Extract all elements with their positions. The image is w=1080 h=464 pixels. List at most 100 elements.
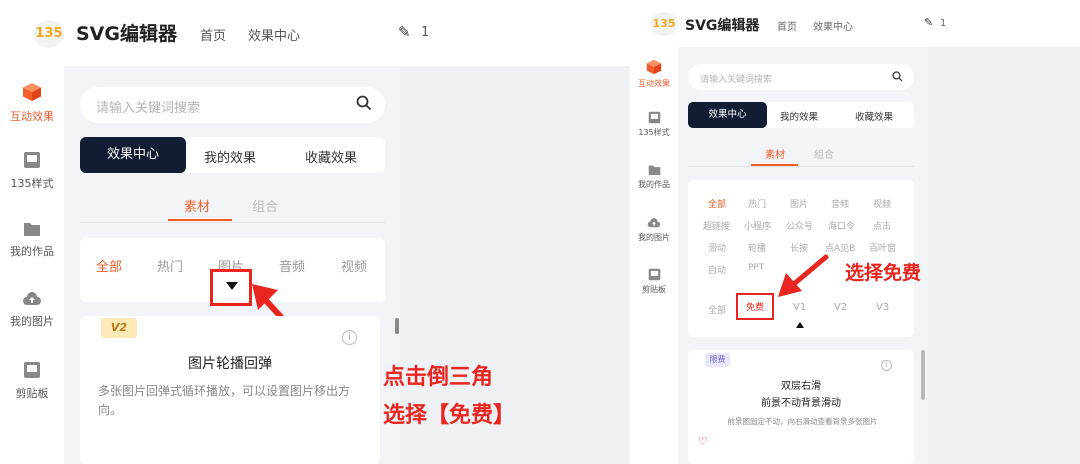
folder-icon [648, 165, 660, 176]
tab-favorite-effects[interactable]: 收藏效果 [855, 109, 893, 123]
sidebar-item-my-works[interactable]: 我的作品 [630, 164, 678, 190]
nav-home-link[interactable]: 首页 [777, 18, 797, 33]
subtab-combination[interactable]: 组合 [252, 196, 278, 215]
sidebar-item-clipboard[interactable]: 剪贴板 [0, 361, 64, 401]
tab-favorite-effects[interactable]: 收藏效果 [305, 147, 357, 166]
filter-hot[interactable]: 热门 [748, 197, 766, 210]
filter-miniprogram[interactable]: 小程序 [744, 219, 771, 232]
app-title: SVG编辑器 [76, 23, 177, 45]
sidebar: 互动效果 135样式 我的作品 我的图片 剪贴板 [0, 66, 64, 464]
filter-audio[interactable]: 音频 [279, 256, 305, 275]
style-icon [648, 111, 660, 124]
price-filter-free[interactable]: 免费 [736, 300, 774, 313]
filter-hot[interactable]: 热门 [157, 256, 183, 275]
scrollbar[interactable] [921, 350, 925, 400]
price-filter-v2[interactable]: V2 [834, 302, 847, 313]
version-badge: V2 [101, 318, 137, 338]
heart-icon[interactable]: ♡ [698, 435, 708, 448]
cube-icon [646, 59, 662, 75]
tab-my-effects[interactable]: 我的效果 [780, 109, 818, 123]
sidebar-item-135-style[interactable]: 135样式 [630, 111, 678, 138]
annotation-text: 点击倒三角 选择【免费】 [383, 359, 515, 435]
filter-slide[interactable]: 滑动 [708, 241, 726, 254]
cloud-upload-icon [23, 292, 41, 305]
sidebar-item-135-style[interactable]: 135样式 [0, 151, 64, 191]
scrollbar[interactable] [395, 318, 399, 334]
divider [688, 166, 914, 167]
filter-click[interactable]: 点击 [873, 219, 891, 232]
triangle-up-icon[interactable] [796, 322, 804, 328]
card-title: 图片轮播回弹 [188, 356, 272, 372]
subtab-active-underline [168, 219, 232, 221]
sidebar-item-clipboard[interactable]: 剪贴板 [630, 268, 678, 295]
nav-home-link[interactable]: 首页 [200, 25, 226, 44]
filter-video[interactable]: 视频 [873, 197, 891, 210]
price-filter-all[interactable]: 全部 [708, 303, 726, 316]
price-filter-v1[interactable]: V1 [793, 302, 806, 313]
logo[interactable]: 135 [34, 20, 64, 48]
sidebar-item-label: 剪贴板 [15, 387, 49, 400]
clipboard-icon [648, 268, 660, 281]
filter-auto[interactable]: 自动 [708, 263, 726, 276]
subtab-combination[interactable]: 组合 [814, 146, 834, 161]
sidebar: 互动效果 135样式 我的作品 我的图片 剪贴板 [630, 47, 678, 464]
filter-carousel[interactable]: 轮播 [748, 241, 766, 254]
card-description: 前景图固定不动，向右滑动查看背景多张图片 [727, 417, 878, 426]
sidebar-item-label: 互动效果 [638, 79, 670, 88]
clipboard-icon [24, 362, 40, 378]
search-placeholder: 请输入关键词搜索 [96, 101, 201, 116]
pencil-icon[interactable]: ✎ [924, 16, 933, 29]
info-icon[interactable]: i [881, 360, 892, 371]
sidebar-item-label: 剪贴板 [642, 285, 666, 294]
search-icon[interactable] [356, 95, 372, 111]
search-icon[interactable] [892, 71, 903, 82]
sidebar-item-interactive-effects[interactable]: 互动效果 [630, 59, 678, 89]
search-placeholder: 请输入关键词搜索 [700, 75, 773, 85]
edit-count: 1 [421, 25, 430, 40]
tab-my-effects[interactable]: 我的效果 [204, 147, 256, 166]
edit-count: 1 [940, 18, 947, 29]
sidebar-item-label: 互动效果 [10, 110, 54, 123]
subtab-material[interactable]: 素材 [184, 196, 210, 215]
sidebar-item-label: 135样式 [638, 128, 670, 137]
filter-all[interactable]: 全部 [708, 197, 726, 210]
nav-effects-link[interactable]: 效果中心 [813, 18, 853, 33]
filter-blinds[interactable]: 百叶窗 [869, 241, 896, 254]
card-description: 多张图片回弹式循环播放，可以设置图片移出方向。 [98, 384, 351, 417]
card-title: 双层右滑 [781, 381, 821, 392]
filter-all[interactable]: 全部 [96, 256, 122, 275]
sidebar-item-my-works[interactable]: 我的作品 [0, 221, 64, 259]
annotation-line-2: 选择【免费】 [383, 403, 516, 428]
sidebar-item-my-images[interactable]: 我的图片 [0, 291, 64, 329]
info-icon[interactable]: i [342, 330, 357, 345]
annotation-arrow-icon [778, 254, 829, 297]
triangle-down-icon[interactable] [226, 282, 238, 290]
tab-effect-center[interactable]: 效果中心 [80, 137, 186, 173]
filter-video[interactable]: 视频 [341, 256, 367, 275]
filter-hyperlink[interactable]: 超链接 [703, 219, 730, 232]
sidebar-item-interactive-effects[interactable]: 互动效果 [0, 82, 64, 124]
subtab-material[interactable]: 素材 [765, 146, 785, 161]
app-title: SVG编辑器 [685, 18, 760, 34]
tab-effect-center[interactable]: 效果中心 [688, 102, 767, 128]
filter-official-account[interactable]: 公众号 [786, 219, 813, 232]
style-icon [24, 152, 40, 168]
folder-icon [24, 223, 40, 236]
sidebar-item-label: 135样式 [10, 177, 54, 190]
logo[interactable]: 135 [650, 12, 678, 36]
filter-code[interactable]: 海口令 [828, 219, 855, 232]
price-filter-v3[interactable]: V3 [876, 302, 889, 313]
nav-effects-link[interactable]: 效果中心 [248, 25, 300, 44]
sidebar-item-my-images[interactable]: 我的图片 [630, 217, 678, 243]
filter-audio[interactable]: 音频 [831, 197, 849, 210]
annotation-line-1: 点击倒三角 [383, 365, 494, 390]
left-screenshot: 135 SVG编辑器 首页 效果中心 ✎ 1 互动效果 135样式 我的作品 我… [0, 0, 630, 464]
pencil-icon[interactable]: ✎ [398, 23, 411, 41]
divider [80, 222, 385, 223]
filter-ppt[interactable]: PPT [748, 263, 764, 273]
cloud-upload-icon [647, 218, 661, 228]
sidebar-item-label: 我的作品 [10, 245, 54, 258]
filter-image[interactable]: 图片 [790, 197, 808, 210]
cube-icon [23, 83, 41, 101]
sidebar-item-label: 我的图片 [10, 315, 54, 328]
